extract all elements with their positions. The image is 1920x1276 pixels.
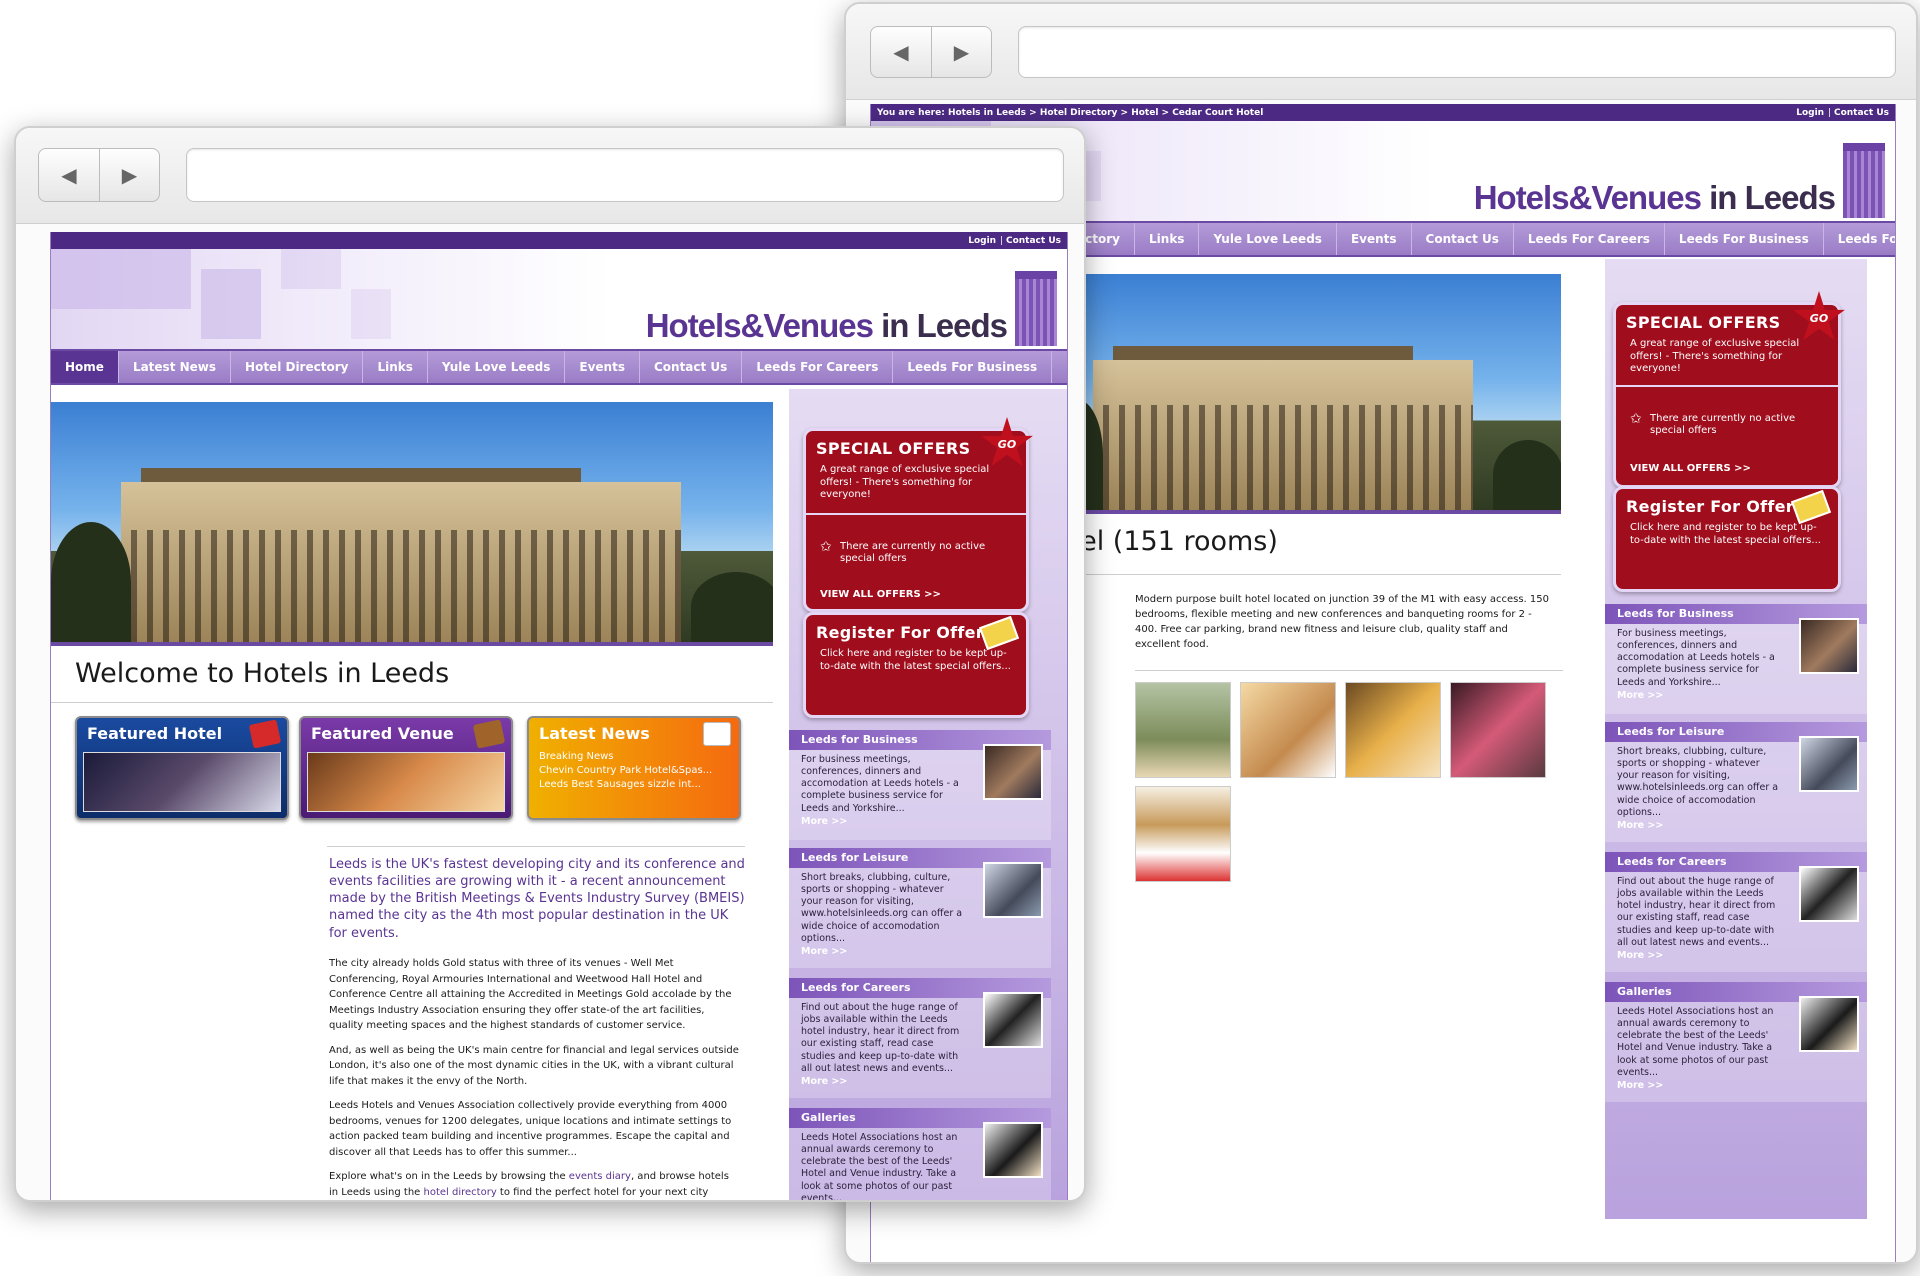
address-bar[interactable] [1018, 26, 1896, 78]
view-all-offers-link[interactable]: VIEW ALL OFFERS >> [820, 589, 941, 600]
card-leeds-careers[interactable]: Leeds for Careers Find out about the huge… [789, 978, 1051, 1098]
menu-item-leisure[interactable]: Leeds For Leisure [1824, 223, 1895, 255]
building-logo-icon [1015, 271, 1057, 346]
site-logo[interactable]: Hotels&Venues in Leeds [1474, 179, 1836, 217]
careers-thumb [983, 992, 1043, 1048]
gallery-image[interactable] [1345, 682, 1441, 778]
address-bar[interactable] [186, 148, 1064, 202]
breadcrumb: You are here: Hotels in Leeds > Hotel Di… [877, 107, 1264, 118]
gallery-image[interactable] [1135, 786, 1231, 882]
browser-window-front: ◀ ▶ Login Contact Us Hotels&Venues in Lee… [14, 126, 1086, 1202]
intro-text: Leeds is the UK's fastest developing cit… [329, 857, 745, 941]
star-bullet-icon: ✩ [820, 539, 832, 555]
menu-item-events[interactable]: Events [565, 351, 640, 383]
register-offers-box[interactable]: Register For Offers Click here and regis… [803, 612, 1029, 718]
news-item[interactable]: Chevin Country Park Hotel&Spas... [529, 763, 739, 777]
menu-item-hotel-directory[interactable]: Hotel Directory [231, 351, 364, 383]
business-thumb [1799, 618, 1859, 674]
business-thumb [983, 744, 1043, 800]
body-text: The city already holds Gold status with … [329, 958, 739, 1198]
forward-arrow-icon[interactable]: ▶ [931, 27, 991, 77]
menu-item-business[interactable]: Leeds For Business [1665, 223, 1824, 255]
menu-item-links[interactable]: Links [363, 351, 428, 383]
back-arrow-icon[interactable]: ◀ [39, 149, 99, 201]
menu-item-careers[interactable]: Leeds For Careers [742, 351, 894, 383]
top-bar: Login Contact Us [51, 232, 1067, 249]
building-logo-icon [1843, 143, 1885, 218]
hotel-title: otel (151 rooms) [1053, 526, 1278, 557]
card-leeds-leisure[interactable]: Leeds for Leisure Short breaks, clubbing,… [1605, 722, 1867, 842]
special-offers-box[interactable]: SPECIAL OFFERS GO A great range of exclu… [803, 417, 1033, 612]
menu-item-contact[interactable]: Contact Us [640, 351, 743, 383]
card-leeds-careers[interactable]: Leeds for Careers Find out about the huge… [1605, 852, 1867, 972]
featured-hotel-box[interactable]: Featured Hotel [75, 716, 289, 820]
featured-venue-box[interactable]: Featured Venue [299, 716, 513, 820]
menu-item-latest-news[interactable]: Latest News [119, 351, 232, 383]
menu-item-yule[interactable]: Yule Love Leeds [1199, 223, 1337, 255]
home-hero-image [51, 402, 773, 646]
contact-link[interactable]: Contact Us [1828, 108, 1889, 118]
card-galleries[interactable]: Galleries Leeds Hotel Associations host a… [1605, 982, 1867, 1102]
special-offers-box[interactable]: SPECIAL OFFERS GO A great range of exclu… [1613, 291, 1845, 488]
news-item[interactable]: Leeds Best Sausages sizzle int... [529, 777, 739, 791]
gallery-image[interactable] [1135, 682, 1231, 778]
gallery-image[interactable] [1450, 682, 1546, 778]
menu-item-yule[interactable]: Yule Love Leeds [428, 351, 566, 383]
nav-buttons: ◀ ▶ [38, 148, 160, 202]
hotel-directory-link[interactable]: hotel directory [424, 1187, 497, 1198]
top-bar: You are here: Hotels in Leeds > Hotel Di… [871, 104, 1895, 121]
gallery-image[interactable] [1240, 682, 1336, 778]
site-logo[interactable]: Hotels&Venues in Leeds [646, 307, 1008, 345]
leisure-thumb [1799, 736, 1859, 792]
main-menu: Home Latest News Hotel Directory Links Y… [51, 349, 1067, 385]
events-diary-link[interactable]: events diary [569, 1171, 631, 1182]
login-link[interactable]: Login [968, 236, 996, 246]
hotel-description: Modern purpose built hotel located on ju… [1135, 594, 1549, 650]
page-title: Welcome to Hotels in Leeds [75, 658, 450, 689]
star-bullet-icon: ✩ [1630, 411, 1642, 427]
menu-item-links[interactable]: Links [1135, 223, 1200, 255]
galleries-thumb [1799, 996, 1859, 1052]
card-leeds-leisure[interactable]: Leeds for Leisure Short breaks, clubbing,… [789, 848, 1051, 968]
galleries-thumb [983, 1122, 1043, 1178]
menu-item-events[interactable]: Events [1337, 223, 1412, 255]
card-leeds-business[interactable]: Leeds for Business For business meetings,… [1605, 604, 1867, 714]
card-leeds-business[interactable]: Leeds for Business For business meetings,… [789, 730, 1051, 840]
latest-news-box[interactable]: Latest News Breaking News Chevin Country… [527, 716, 741, 820]
menu-item-business[interactable]: Leeds For Business [893, 351, 1053, 383]
menu-item-careers[interactable]: Leeds For Careers [1514, 223, 1665, 255]
view-all-offers-link[interactable]: VIEW ALL OFFERS >> [1630, 463, 1751, 474]
featured-venue-image [307, 752, 505, 812]
login-link[interactable]: Login [1796, 108, 1824, 118]
hotel-hero-image [1053, 274, 1561, 514]
card-galleries[interactable]: Galleries Leeds Hotel Associations host a… [789, 1108, 1051, 1200]
register-offers-box[interactable]: Register For Offers Click here and regis… [1613, 486, 1841, 592]
news-item[interactable]: Breaking News [529, 749, 739, 763]
menu-item-contact[interactable]: Contact Us [1412, 223, 1514, 255]
browser-toolbar: ◀ ▶ [16, 128, 1084, 224]
browser-toolbar: ◀ ▶ [846, 4, 1916, 100]
leisure-thumb [983, 862, 1043, 918]
menu-item-leisure[interactable]: Leeds For Leisure [1052, 351, 1067, 383]
menu-item-home[interactable]: Home [51, 351, 119, 383]
site-header: Hotels&Venues in Leeds [51, 249, 1067, 349]
nav-buttons: ◀ ▶ [870, 26, 992, 78]
forward-arrow-icon[interactable]: ▶ [99, 149, 159, 201]
newspaper-icon [703, 722, 731, 746]
contact-link[interactable]: Contact Us [1000, 236, 1061, 246]
featured-hotel-image [83, 752, 281, 812]
website-home-page: Login Contact Us Hotels&Venues in Leeds H… [50, 232, 1068, 1200]
careers-thumb [1799, 866, 1859, 922]
back-arrow-icon[interactable]: ◀ [871, 27, 931, 77]
